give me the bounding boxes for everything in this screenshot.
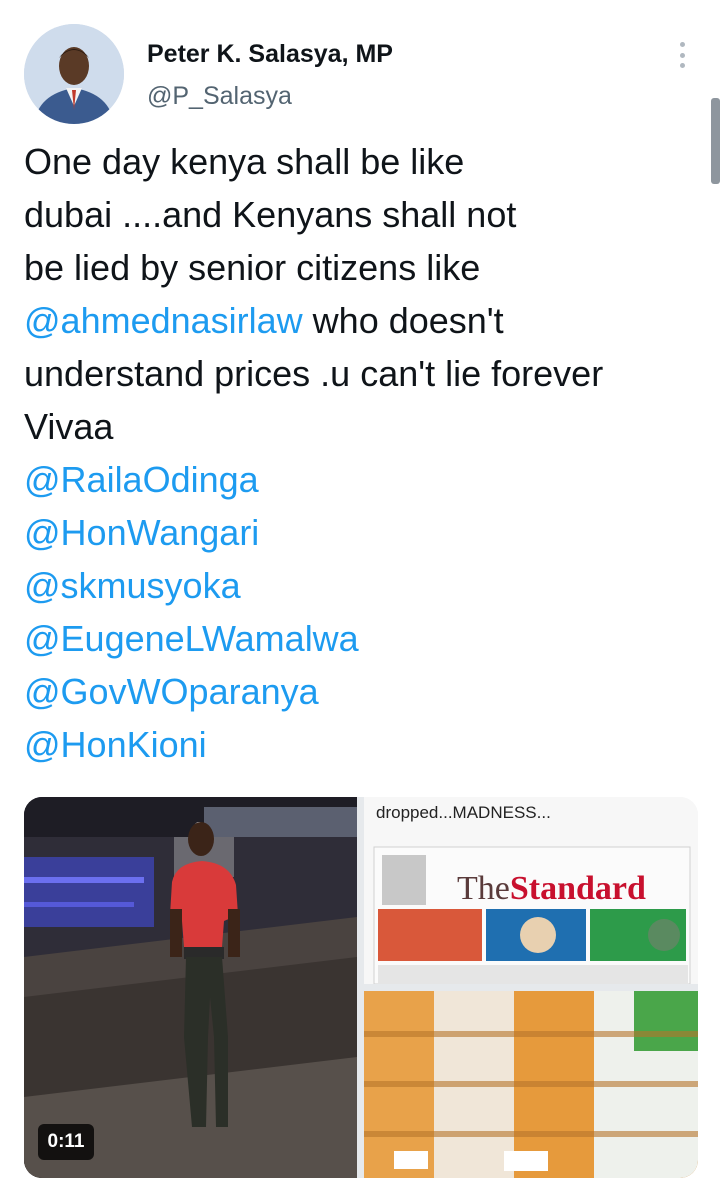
masthead-the: The [457,870,510,907]
tweet-text-line: @GovWOparanya [24,665,714,718]
tweet-card: Peter K. Salasya, MP @P_Salasya One day … [0,0,720,1188]
tweet-text-segment: Vivaa [24,406,114,447]
tweet-text-segment: understand prices .u can't lie forever [24,353,604,394]
avatar[interactable] [24,24,124,124]
tweet-text-segment: be lied by senior citizens like [24,247,481,288]
video-thumbnail[interactable]: 0:11 [24,797,357,1178]
user-handle[interactable]: @P_Salasya [147,82,292,111]
tweet-text-line: @HonWangari [24,506,714,559]
tweet-text-line: understand prices .u can't lie forever [24,347,714,400]
tweet-text-segment: dubai ....and Kenyans shall not [24,194,517,235]
mention-link[interactable]: @GovWOparanya [24,671,319,712]
tweet-text-line: One day kenya shall be like [24,135,714,188]
video-duration: 0:11 [38,1124,94,1160]
newspaper-image[interactable]: dropped...MADNESS... TheStandard [364,797,698,984]
tweet-text-line: @RailaOdinga [24,453,714,506]
tweet-text-line: dubai ....and Kenyans shall not [24,188,714,241]
newspaper-masthead: TheStandard [457,870,646,908]
mention-link[interactable]: @skmusyoka [24,565,241,606]
tweet-text: One day kenya shall be like dubai ....and… [24,135,714,771]
tweet-text-line: be lied by senior citizens like [24,241,714,294]
image-caption: dropped...MADNESS... [376,803,551,822]
tweet-text-line: @skmusyoka [24,559,714,612]
display-name[interactable]: Peter K. Salasya, MP [147,40,393,69]
flour-shelf-image[interactable] [364,991,698,1178]
masthead-name: Standard [509,870,646,907]
mention-link[interactable]: @RailaOdinga [24,459,259,500]
tweet-text-line: @HonKioni [24,718,714,771]
mention-link[interactable]: @ahmednasirlaw [24,300,303,341]
mention-link[interactable]: @EugeneLWamalwa [24,618,359,659]
media-grid[interactable]: 0:11 dropped...MADNESS... TheStandard [24,797,698,1178]
tweet-text-line: Vivaa [24,400,714,453]
tweet-text-line: @ahmednasirlaw who doesn't [24,294,714,347]
more-vertical-icon[interactable] [668,40,696,70]
tweet-text-segment: who doesn't [302,300,504,341]
tweet-text-segment: One day kenya shall be like [24,141,465,182]
mention-link[interactable]: @HonWangari [24,512,259,553]
mention-link[interactable]: @HonKioni [24,724,207,765]
tweet-text-line: @EugeneLWamalwa [24,612,714,665]
